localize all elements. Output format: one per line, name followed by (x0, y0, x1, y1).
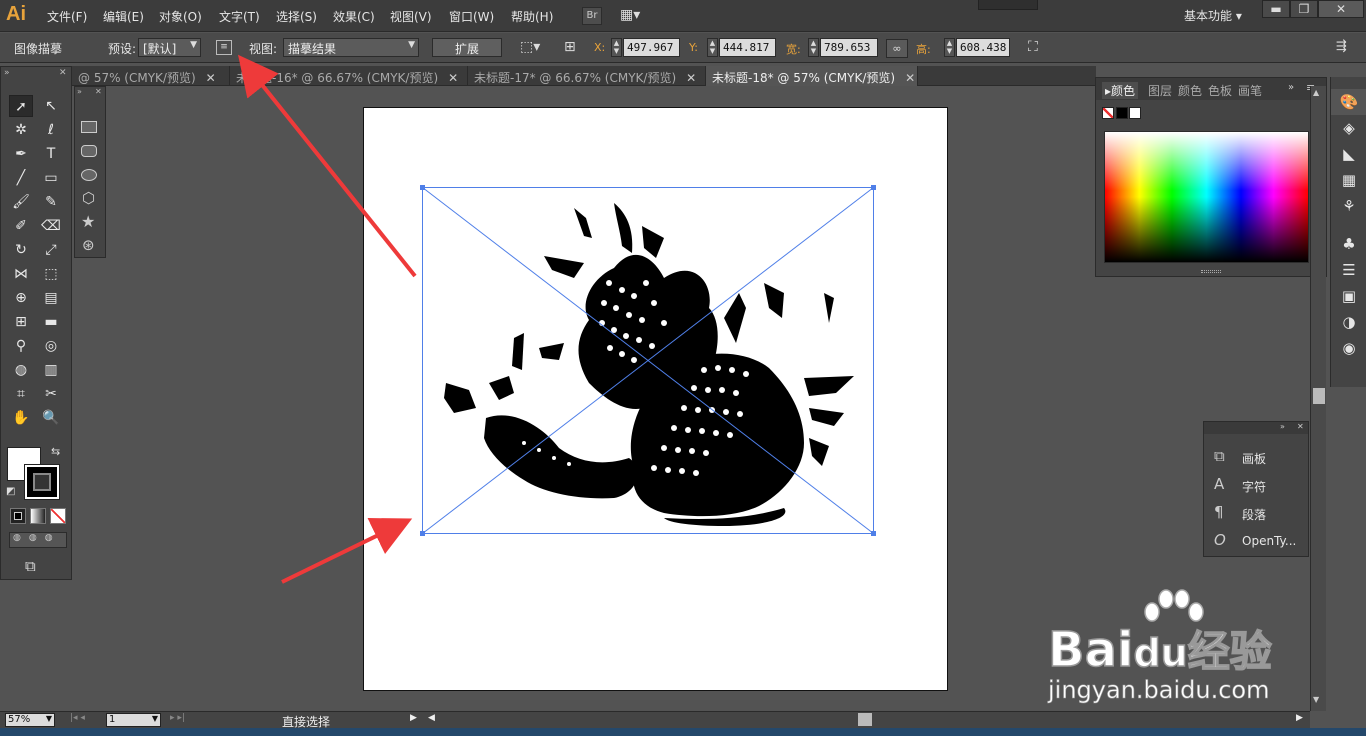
transparency-panel-icon[interactable]: ◑ (1331, 309, 1366, 335)
type-panel-close-icon[interactable]: ✕ (1297, 422, 1304, 431)
zoom-field[interactable]: 57% ▼ (5, 713, 55, 727)
vertical-scroll-thumb[interactable] (1313, 388, 1325, 404)
panel-resize-grip[interactable] (1201, 270, 1221, 273)
white-swatch[interactable] (1129, 107, 1141, 119)
horizontal-scroll-thumb[interactable] (858, 713, 872, 726)
type-panel-collapse-icon[interactable]: » (1280, 422, 1285, 431)
color-spectrum[interactable] (1104, 131, 1309, 263)
swatches-panel-icon[interactable]: ▦ (1331, 167, 1366, 193)
panel-collapse-icon[interactable]: » (1288, 82, 1294, 93)
gradient-panel-icon[interactable]: ▣ (1331, 283, 1366, 309)
character-panel-item[interactable]: A 字符 (1204, 471, 1310, 499)
status-menu-icon[interactable]: ▶ (410, 713, 417, 723)
appearance-panel-icon[interactable]: ◉ (1331, 335, 1366, 361)
status-bar: 57% ▼ |◂ ◂ 1 ▼ ▸ ▸| 直接选择 ▶ ◀ ▶ (0, 711, 1310, 729)
layers-tab[interactable]: 图层 (1148, 82, 1172, 99)
last-artboard-icon[interactable]: ▸ ▸| (170, 713, 185, 723)
scroll-left-icon[interactable]: ◀ (428, 713, 435, 723)
swatches-tab[interactable]: 色板 (1208, 82, 1232, 99)
stroke-panel-icon[interactable]: ☰ (1331, 257, 1366, 283)
color-guide-panel-icon[interactable]: ◣ (1331, 141, 1366, 167)
first-artboard-icon[interactable]: |◂ ◂ (70, 713, 85, 723)
os-taskbar (0, 728, 1366, 736)
type-panel: » ✕ ⧉ 画板 A 字符 ¶ 段落 O OpenTy... (1203, 421, 1309, 557)
color-tab[interactable]: ▸颜色 (1102, 82, 1139, 99)
brushes-tab[interactable]: 画笔 (1238, 82, 1262, 99)
artboard-icon: ⧉ (1214, 447, 1225, 465)
symbols-panel-icon[interactable]: ♣ (1331, 231, 1366, 257)
scroll-up-icon[interactable]: ▲ (1313, 88, 1319, 97)
black-swatch[interactable] (1116, 107, 1128, 119)
baidu-jingyan-watermark: Baidu经验 jingyan.baidu.com (1030, 588, 1320, 708)
brushes-panel-icon[interactable]: ⚘ (1331, 193, 1366, 219)
artboards-panel-item[interactable]: ⧉ 画板 (1204, 443, 1310, 471)
panel-dock: 🎨 ◈ ◣ ▦ ⚘ ♣ ☰ ▣ ◑ ◉ (1330, 77, 1366, 387)
character-icon: A (1214, 475, 1225, 493)
artboard-number-field[interactable]: 1 ▼ (106, 713, 161, 727)
opentype-icon: O (1214, 531, 1226, 549)
paragraph-icon: ¶ (1214, 503, 1224, 521)
color-panel-icon[interactable]: 🎨 (1331, 89, 1366, 115)
none-swatch[interactable] (1102, 107, 1114, 119)
color-guide-tab[interactable]: 颜色 (1178, 82, 1202, 99)
opentype-panel-item[interactable]: O OpenTy... (1204, 527, 1310, 555)
scroll-right-icon[interactable]: ▶ (1296, 713, 1303, 723)
color-panel: ▸颜色 图层 颜色 色板 画笔 » ≡ (1095, 77, 1327, 277)
paragraph-panel-item[interactable]: ¶ 段落 (1204, 499, 1310, 527)
layers-panel-icon[interactable]: ◈ (1331, 115, 1366, 141)
